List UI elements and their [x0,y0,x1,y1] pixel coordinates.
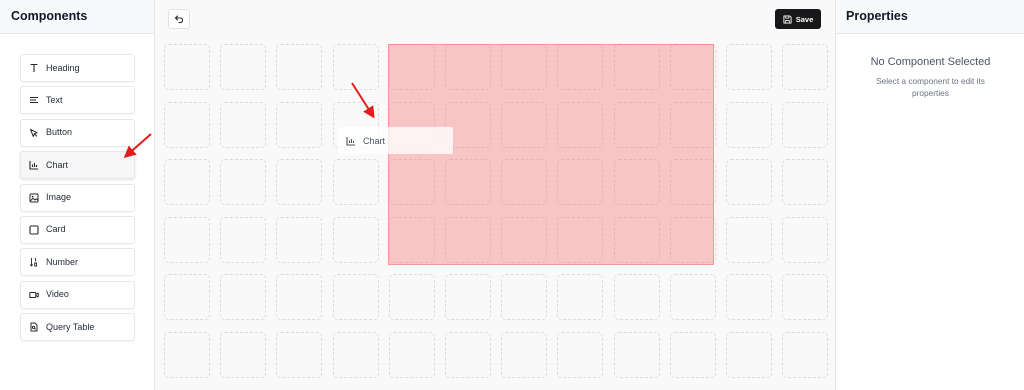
grid-cell[interactable] [501,274,548,320]
builder-canvas[interactable]: Chart Save [155,0,835,390]
bar-chart-icon [29,161,38,170]
component-item-number[interactable]: Number [20,248,135,277]
grid-cell[interactable] [276,216,323,263]
query-file-icon [30,322,38,332]
grid-cell[interactable] [220,331,267,378]
component-item-heading[interactable]: Heading [20,54,135,82]
grid-cell[interactable] [669,331,716,378]
component-item-button[interactable]: Button [20,118,135,147]
grid-cell[interactable] [726,101,772,148]
properties-panel-title: Properties [836,0,1024,34]
grid-cell[interactable] [220,101,267,148]
dragged-chart-component[interactable]: Chart [338,127,453,154]
component-item-label: Chart [46,159,69,170]
grid-cell[interactable] [726,159,772,205]
text-lines-icon [30,97,38,104]
bar-chart-icon [346,136,355,146]
grid-cell[interactable] [220,44,267,90]
grid-cell[interactable] [726,216,772,263]
grid-cell[interactable] [726,274,772,320]
component-item-card[interactable]: Card [20,215,135,244]
grid-cell[interactable] [332,216,379,263]
grid-cell[interactable] [220,216,267,263]
component-item-label: Text [46,94,63,105]
component-item-label: Card [46,224,66,235]
grid-cell[interactable] [501,331,548,378]
component-item-image[interactable]: Image [20,183,135,212]
component-item-label: Video [46,289,69,300]
undo-button[interactable] [168,9,190,29]
grid-cell[interactable] [557,274,604,320]
grid-cell[interactable] [164,216,210,263]
cursor-pointer-icon [30,128,38,137]
grid-cell[interactable] [332,159,379,205]
grid-cell[interactable] [782,216,829,263]
grid-cell[interactable] [332,331,379,378]
grid-cell[interactable] [782,101,829,148]
component-item-label: Button [46,127,73,138]
grid-cell[interactable] [782,159,829,205]
save-button-label: Save [795,14,814,24]
grid-cell[interactable] [164,101,210,148]
save-button[interactable]: Save [775,9,821,29]
save-floppy-icon [783,14,792,24]
grid-cell[interactable] [445,274,491,320]
grid-cell[interactable] [164,331,210,378]
dragged-component-label: Chart [363,135,386,146]
grid-cell[interactable] [726,44,772,90]
grid-cell[interactable] [388,274,435,320]
grid-cell[interactable] [276,159,323,205]
component-item-query-table[interactable]: Query Table [20,313,135,342]
empty-state-title: No Component Selected [870,56,991,68]
grid-cell[interactable] [276,274,323,320]
grid-cell[interactable] [613,274,660,320]
grid-cell[interactable] [276,101,323,148]
grid-cell[interactable] [220,274,267,320]
grid-cell[interactable] [164,274,210,320]
grid-cell[interactable] [557,331,604,378]
card-square-icon [29,225,39,235]
undo-arrow-icon [174,15,184,24]
grid-cell[interactable] [782,44,829,90]
grid-cell[interactable] [332,44,379,90]
component-item-label: Number [46,256,79,267]
component-item-label: Image [46,192,72,203]
grid-cell[interactable] [669,274,716,320]
component-item-text[interactable]: Text [20,86,135,115]
grid-cell[interactable] [276,44,323,90]
grid-cell[interactable] [445,331,491,378]
grid-cell[interactable] [613,331,660,378]
component-item-video[interactable]: Video [20,280,135,309]
component-item-label: Query Table [46,321,95,332]
grid-cell[interactable] [164,159,210,205]
number-sort-icon [29,258,37,268]
grid-cell[interactable] [332,274,379,320]
heading-icon [30,63,38,72]
grid-cell[interactable] [388,331,435,378]
drop-target-highlight [388,44,714,265]
empty-state-subtitle: Select a component to edit its propertie… [876,76,985,98]
grid-cell[interactable] [782,331,829,378]
properties-panel: Properties No Component Selected Select … [835,0,1024,390]
grid-cell[interactable] [164,44,210,90]
grid-cell[interactable] [220,159,267,205]
grid-cell[interactable] [782,274,829,320]
component-item-label: Heading [46,62,80,73]
components-panel-title: Components [0,0,154,34]
video-camera-icon [29,291,39,298]
image-icon [29,193,39,203]
components-panel: Components Heading Text Button Chart Ima… [0,0,155,390]
component-item-chart[interactable]: Chart [20,151,135,180]
grid-cell[interactable] [726,331,772,378]
component-list: Heading Text Button Chart Image Card Num… [20,54,135,346]
grid-cell[interactable] [276,331,323,378]
